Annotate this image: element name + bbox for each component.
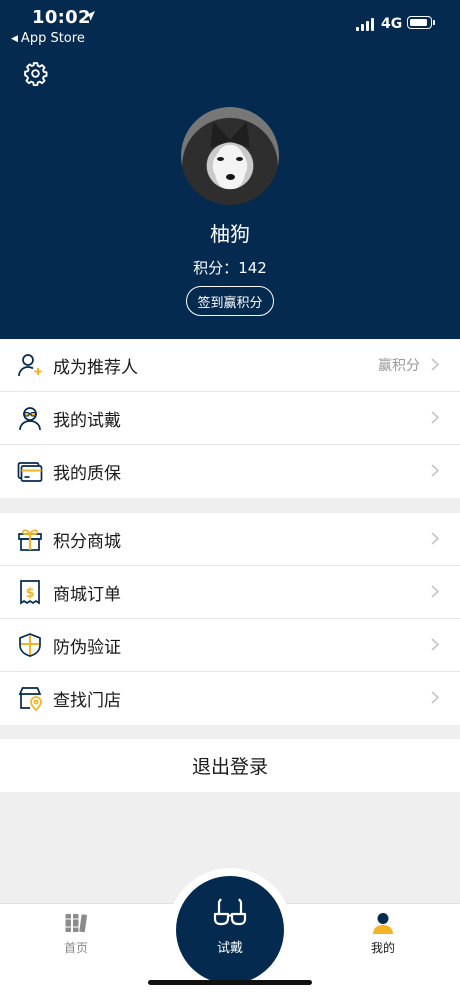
menu-label: 商城订单 bbox=[53, 584, 121, 605]
shield-icon bbox=[19, 633, 41, 657]
tab-mine[interactable]: 我的 bbox=[343, 911, 423, 956]
home-books-icon bbox=[65, 914, 88, 933]
menu-label: 积分商城 bbox=[53, 531, 121, 552]
chevron-right-icon bbox=[431, 691, 439, 704]
warranty-card-icon bbox=[17, 462, 43, 482]
menu-item-find-store[interactable]: 查找门店 bbox=[0, 672, 460, 725]
points-display: 积分：142 bbox=[0, 257, 460, 278]
chevron-right-icon bbox=[431, 358, 439, 371]
menu-label: 防伪验证 bbox=[53, 637, 121, 658]
chevron-right-icon bbox=[431, 585, 439, 598]
referrer-icon bbox=[18, 354, 42, 377]
signal-strength-icon bbox=[356, 18, 376, 31]
order-receipt-icon: $ bbox=[20, 580, 40, 605]
menu-group-shop: 积分商城 $ 商城订单 防伪验证 查找门店 bbox=[0, 513, 460, 725]
location-arrow-icon bbox=[85, 11, 95, 21]
menu-label: 查找门店 bbox=[53, 691, 121, 711]
logout-button[interactable]: 退出登录 bbox=[0, 739, 460, 792]
gift-icon bbox=[18, 529, 42, 551]
tab-try-on-button[interactable]: 试戴 bbox=[176, 876, 284, 984]
checkin-earn-points-button[interactable]: 签到赢积分 bbox=[186, 286, 274, 316]
battery-icon bbox=[407, 16, 435, 29]
try-on-icon bbox=[19, 407, 41, 431]
menu-label: 成为推荐人 bbox=[53, 357, 138, 378]
menu-label: 我的质保 bbox=[53, 464, 121, 484]
back-triangle-icon: ◀ bbox=[11, 33, 18, 44]
tab-try-on-label: 试戴 bbox=[216, 941, 243, 956]
network-type: 4G bbox=[381, 16, 403, 32]
menu-group-account: 成为推荐人 赢积分 我的试戴 我的质保 bbox=[0, 339, 460, 498]
menu-item-anti-counterfeit[interactable]: 防伪验证 bbox=[0, 619, 460, 672]
user-avatar[interactable] bbox=[181, 107, 279, 205]
back-to-app-store-link[interactable]: ◀ App Store bbox=[11, 31, 85, 46]
username: 柚狗 bbox=[210, 222, 250, 246]
chevron-right-icon bbox=[431, 411, 439, 424]
chevron-right-icon bbox=[431, 464, 439, 477]
status-time: 10:02 bbox=[32, 7, 91, 28]
earn-points-hint: 赢积分 bbox=[378, 358, 420, 374]
tab-home-label: 首页 bbox=[63, 941, 88, 955]
back-app-label: App Store bbox=[20, 31, 85, 46]
tab-mine-label: 我的 bbox=[370, 941, 395, 955]
menu-item-become-referrer[interactable]: 成为推荐人 赢积分 bbox=[0, 339, 460, 392]
points-label: 积分： bbox=[193, 259, 239, 277]
menu-item-points-mall[interactable]: 积分商城 bbox=[0, 513, 460, 566]
chevron-right-icon bbox=[431, 638, 439, 651]
glasses-icon bbox=[213, 898, 247, 926]
menu-item-my-warranty[interactable]: 我的质保 bbox=[0, 445, 460, 498]
settings-gear-icon[interactable] bbox=[23, 61, 48, 86]
menu-label: 我的试戴 bbox=[53, 410, 121, 431]
svg-text:$: $ bbox=[25, 586, 34, 601]
store-location-icon bbox=[18, 687, 42, 711]
points-value: 142 bbox=[238, 259, 267, 277]
home-indicator[interactable] bbox=[148, 980, 312, 985]
menu-item-mall-orders[interactable]: $ 商城订单 bbox=[0, 566, 460, 619]
chevron-right-icon bbox=[431, 532, 439, 545]
menu-item-my-try-on[interactable]: 我的试戴 bbox=[0, 392, 460, 445]
profile-header: 10:02 ◀ App Store 4G 柚狗 积分：142 签到赢积分 bbox=[0, 0, 460, 339]
tab-home[interactable]: 首页 bbox=[36, 911, 116, 956]
user-profile-icon bbox=[373, 913, 393, 934]
